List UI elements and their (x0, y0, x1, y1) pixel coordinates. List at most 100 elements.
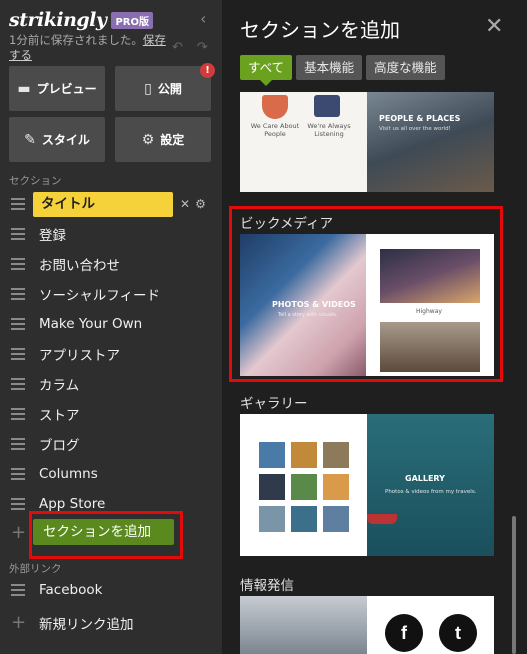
gallery-tile (259, 506, 285, 532)
pro-badge: PRO版 (111, 11, 153, 29)
close-icon[interactable]: ✕ (180, 197, 190, 211)
section-item-app-store-jp[interactable]: アプリストア (0, 339, 222, 369)
section-thumbnail-people[interactable]: We Care About People We're Always Listen… (240, 92, 494, 192)
gear-icon: ⚙ (141, 131, 155, 148)
section-item-label: カラム (39, 378, 80, 394)
section-thumbnail-social[interactable]: f t (240, 596, 494, 654)
preview-label: プレビュー (36, 82, 97, 96)
tab-advanced[interactable]: 高度な機能 (366, 55, 445, 80)
document-icon: ▯ (144, 80, 152, 97)
preview-button[interactable]: ▬ プレビュー (9, 66, 105, 111)
tab-basic[interactable]: 基本機能 (296, 55, 363, 80)
avatar (262, 95, 288, 119)
filter-tabs: すべて 基本機能 高度な機能 (240, 55, 445, 86)
external-link-facebook[interactable]: Facebook (11, 582, 102, 598)
tab-all[interactable]: すべて (240, 55, 293, 86)
publish-alert-badge: ! (200, 63, 215, 78)
section-item-make-your-own[interactable]: Make Your Own (0, 309, 222, 339)
category-title-social: 情報発信 (240, 578, 294, 594)
section-item-label: ソーシャルフィード (39, 288, 160, 304)
style-button[interactable]: ✎ スタイル (9, 117, 105, 162)
thumb-caption: GALLERY (405, 474, 445, 483)
thumb-subcaption: Visit us all over the world! (379, 126, 451, 132)
gallery-tile (259, 474, 285, 500)
drag-handle-icon[interactable] (11, 228, 25, 240)
thumb-left-pane (240, 414, 367, 556)
thumb-right-pane: PEOPLE & PLACES Visit us all over the wo… (367, 92, 494, 192)
section-item-store[interactable]: ストア (0, 399, 222, 429)
add-section-panel: セクションを追加 ✕ すべて 基本機能 高度な機能 We Care About … (222, 0, 527, 654)
publish-button[interactable]: ▯ 公開 ! (115, 63, 215, 111)
undo-icon[interactable]: ↶ (172, 40, 197, 55)
drag-handle-icon[interactable] (11, 348, 25, 360)
drag-handle-icon[interactable] (11, 318, 25, 330)
drag-handle-icon[interactable] (11, 438, 25, 450)
external-link-label: Facebook (39, 582, 103, 598)
thumb-heading: We Care About People (250, 122, 300, 138)
gallery-tile (291, 442, 317, 468)
thumb-heading: We're Always Listening (307, 122, 351, 138)
category-title-gallery: ギャラリー (240, 396, 308, 412)
drag-handle-icon[interactable] (11, 198, 25, 210)
redo-icon[interactable]: ↷ (197, 40, 222, 55)
thumb-left-pane (240, 596, 367, 654)
gallery-tile (323, 474, 349, 500)
section-thumbnail-gallery[interactable]: GALLERY Photos & videos from my travels. (240, 414, 494, 556)
sections-heading: セクション (9, 175, 62, 187)
thumb-left-pane: We Care About People We're Always Listen… (240, 92, 367, 192)
section-item-signup[interactable]: 登録 (0, 219, 222, 249)
section-item-title[interactable]: タイトル ✕ ⚙ (0, 189, 222, 219)
section-item-social-feed[interactable]: ソーシャルフィード (0, 279, 222, 309)
drag-handle-icon[interactable] (11, 258, 25, 270)
gallery-tile (291, 474, 317, 500)
twitter-icon: t (439, 614, 477, 652)
drag-handle-icon[interactable] (11, 584, 25, 596)
avatar (314, 95, 340, 117)
gallery-tile (291, 506, 317, 532)
drag-handle-icon[interactable] (11, 408, 25, 420)
logo-row: strikingly PRO版 (9, 8, 153, 32)
section-item-label: アプリストア (39, 348, 120, 364)
close-icon[interactable]: ✕ (485, 14, 503, 39)
facebook-icon: f (385, 614, 423, 652)
section-item-blog[interactable]: ブログ (0, 429, 222, 459)
gear-icon[interactable]: ⚙ (195, 197, 206, 211)
section-item-label: 登録 (39, 228, 66, 244)
section-actions: ✕ ⚙ (180, 197, 206, 211)
collapse-sidebar-icon[interactable]: ‹ (200, 9, 206, 28)
section-list: タイトル ✕ ⚙ 登録 お問い合わせ ソーシャルフィード Make Your O… (0, 189, 222, 519)
panel-title: セクションを追加 (240, 18, 400, 42)
editor-sidebar: strikingly PRO版 ‹ 1分前に保存されました。保存する ↶↷ ▬ … (0, 0, 222, 654)
undo-redo: ↶↷ (172, 40, 222, 55)
thumb-caption: PEOPLE & PLACES (379, 114, 461, 123)
section-item-label: ブログ (39, 438, 80, 454)
publish-label: 公開 (157, 82, 182, 96)
thumb-right-pane: f t (367, 596, 494, 654)
brush-icon: ✎ (24, 131, 36, 148)
section-item-contact[interactable]: お問い合わせ (0, 249, 222, 279)
section-item-label: タイトル (33, 191, 173, 217)
panel-scrollbar[interactable] (512, 516, 516, 654)
annotation-highlight-big-media (229, 206, 503, 382)
annotation-highlight-add-section (29, 511, 183, 559)
drag-handle-icon[interactable] (11, 378, 25, 390)
add-external-link[interactable]: + 新規リンク追加 (11, 612, 134, 633)
settings-button[interactable]: ⚙ 設定 (115, 117, 211, 162)
drag-handle-icon[interactable] (11, 288, 25, 300)
strikingly-logo: strikingly (9, 9, 107, 31)
plus-icon: + (11, 521, 27, 543)
save-status-text: 1分前に保存されました。 (9, 33, 143, 47)
external-links-heading: 外部リンク (9, 563, 62, 575)
section-item-columns[interactable]: Columns (0, 459, 222, 489)
plus-icon: + (11, 612, 27, 633)
section-item-columns-jp[interactable]: カラム (0, 369, 222, 399)
add-link-label: 新規リンク追加 (39, 616, 134, 633)
save-status: 1分前に保存されました。保存する (9, 33, 169, 63)
drag-handle-icon[interactable] (11, 468, 25, 480)
section-item-label: App Store (39, 496, 106, 512)
drag-handle-icon[interactable] (11, 498, 25, 510)
section-item-label: お問い合わせ (39, 258, 120, 274)
gallery-tile (323, 442, 349, 468)
monitor-icon: ▬ (17, 80, 31, 97)
settings-label: 設定 (160, 133, 185, 147)
